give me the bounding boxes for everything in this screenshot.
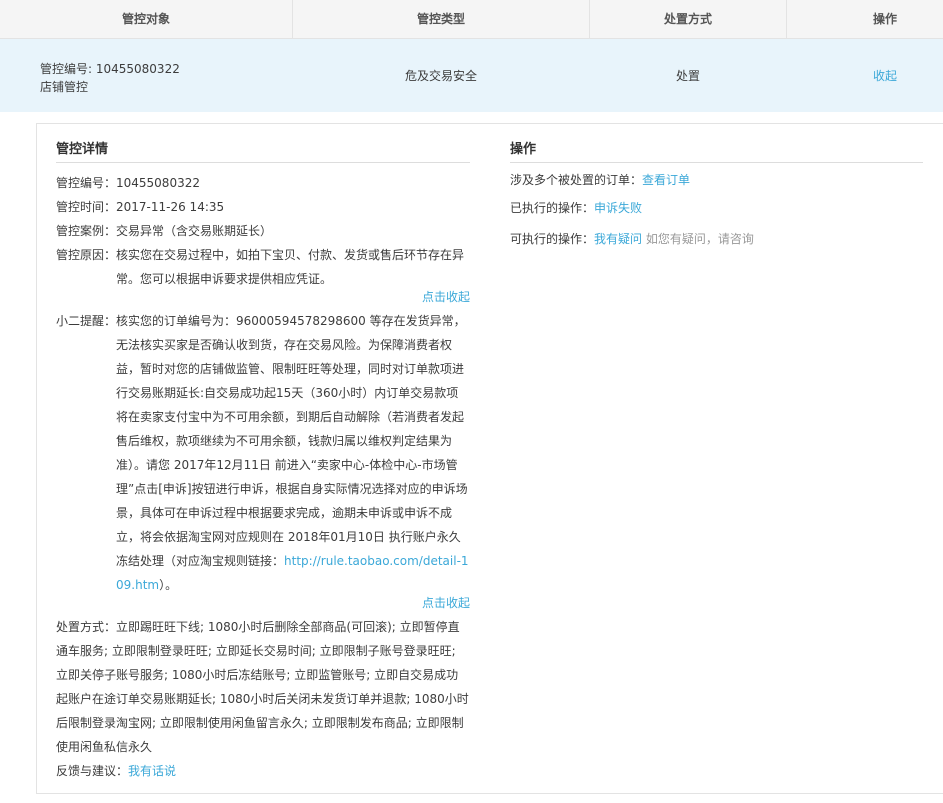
- appeal-failed-link[interactable]: 申诉失败: [594, 201, 642, 215]
- ops-orders-label: 涉及多个被处置的订单：: [510, 173, 643, 187]
- detail-reason-row: 管控原因： 核实您在交易过程中，如拍下宝贝、付款、发货或售后环节存在异常。您可以…: [56, 243, 470, 291]
- ops-available-label: 可执行的操作：: [510, 232, 595, 246]
- detail-case-label: 管控案例：: [56, 224, 117, 238]
- row-target-id: 管控编号: 10455080322: [40, 62, 180, 76]
- detail-panel: 管控详情 管控编号： 10455080322 管控时间： 2017-11-26 …: [36, 123, 943, 794]
- row-target-type: 店铺管控: [40, 80, 89, 94]
- row-type: 危及交易安全: [404, 69, 477, 83]
- header-type: 管控类型: [416, 12, 465, 26]
- view-orders-link[interactable]: 查看订单: [642, 173, 690, 187]
- detail-tip-text: 核实您的订单编号为：96000594578298600 等存在发货异常，无法核实…: [116, 314, 468, 568]
- question-link[interactable]: 我有疑问: [594, 232, 642, 246]
- detail-id-label: 管控编号：: [56, 176, 117, 190]
- row-target: 管控编号: 10455080322 店铺管控: [40, 60, 180, 96]
- header-method: 处置方式: [663, 12, 712, 26]
- ops-hint: 如您有疑问，请咨询: [645, 232, 754, 246]
- detail-reason-label: 管控原因：: [56, 248, 117, 262]
- table-header: 管控对象 管控类型 处置方式 操作: [0, 0, 943, 39]
- header-target: 管控对象: [121, 12, 170, 26]
- ops-executed-label: 已执行的操作：: [510, 201, 595, 215]
- ops-title: 操作: [510, 138, 923, 163]
- row-method: 处置: [675, 69, 700, 83]
- header-action: 操作: [872, 12, 897, 26]
- collapse-row-link[interactable]: 收起: [850, 67, 920, 84]
- detail-title: 管控详情: [56, 138, 470, 163]
- detail-time-label: 管控时间：: [56, 200, 117, 214]
- ops-orders-row: 涉及多个被处置的订单：查看订单: [510, 170, 690, 190]
- collapse-tip-link[interactable]: 点击收起: [56, 594, 470, 611]
- feedback-row: 反馈与建议：我有话说: [56, 759, 470, 783]
- detail-tip-value: 核实您的订单编号为：96000594578298600 等存在发货异常，无法核实…: [116, 309, 470, 597]
- detail-tip-end: ）。: [159, 578, 178, 592]
- ops-available-row: 可执行的操作：我有疑问 如您有疑问，请咨询: [510, 229, 754, 249]
- detail-case-value: 交易异常（含交易账期延长）: [116, 224, 273, 238]
- feedback-link[interactable]: 我有话说: [128, 764, 176, 778]
- detail-measures: 处置方式：立即踢旺旺下线; 1080小时后删除全部商品(可回滚); 立即暂停直通…: [56, 620, 469, 754]
- detail-reason-value: 核实您在交易过程中，如拍下宝贝、付款、发货或售后环节存在异常。您可以根据申诉要求…: [116, 248, 465, 286]
- detail-time-value: 2017-11-26 14:35: [116, 200, 225, 214]
- detail-tip-row: 小二提醒： 核实您的订单编号为：96000594578298600 等存在发货异…: [56, 309, 470, 597]
- table-row: 管控编号: 10455080322 店铺管控 危及交易安全 处置 收起: [0, 39, 943, 112]
- collapse-reason-link[interactable]: 点击收起: [56, 288, 470, 305]
- feedback-label: 反馈与建议：: [56, 764, 129, 778]
- detail-tip-label: 小二提醒：: [56, 314, 117, 328]
- detail-id-value: 10455080322: [116, 176, 200, 190]
- ops-executed-row: 已执行的操作：申诉失败: [510, 198, 642, 218]
